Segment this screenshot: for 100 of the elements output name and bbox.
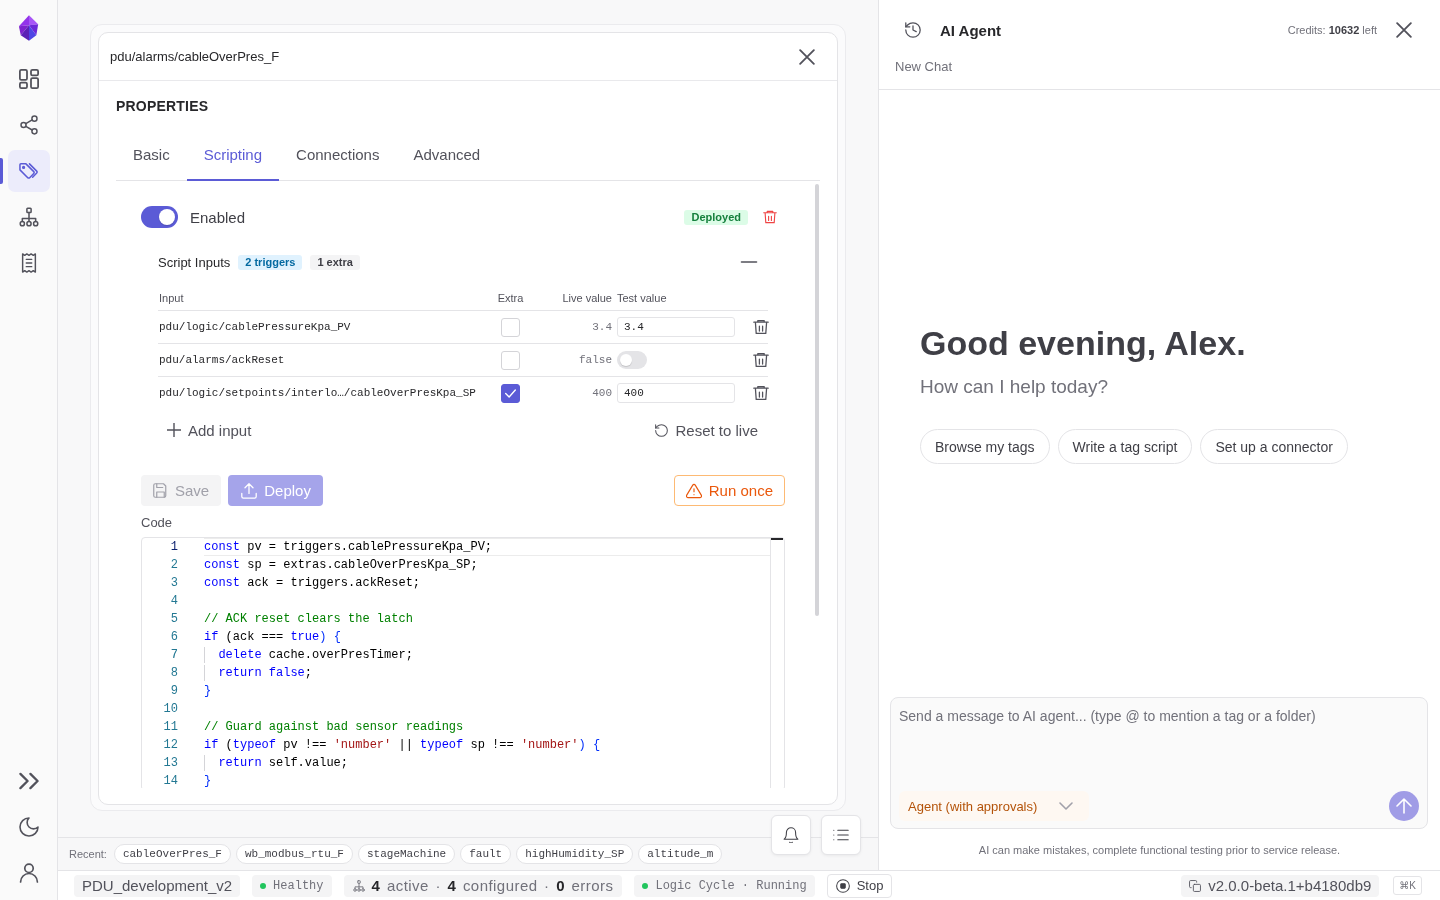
code-line: if (typeof pv !== 'number' || typeof sp !== 'number') { <box>204 737 602 754</box>
message-field[interactable]: Send a message to AI agent... (type @ to mention a tag or a folder) <box>899 706 1419 791</box>
status-dot-icon <box>642 882 649 889</box>
count-badge: 2 triggers <box>238 254 303 270</box>
message-composer[interactable]: Send a message to AI agent... (type @ to mention a tag or a folder) Agent (with approvals) <box>890 697 1428 829</box>
test-value-field[interactable]: 3.4 <box>617 317 735 337</box>
section-title: PROPERTIES <box>116 97 210 115</box>
add-input-button[interactable]: Add input <box>158 416 262 444</box>
warning-icon <box>685 482 702 499</box>
live-value: 3.4 <box>592 321 612 333</box>
recent-tag-button[interactable]: highHumidity_SP <box>516 844 634 864</box>
arrow-up-icon <box>1396 798 1412 814</box>
run-once-button[interactable]: Run once <box>673 475 785 506</box>
code-line: // Guard against bad sensor readings <box>204 719 465 736</box>
user-icon <box>18 863 39 883</box>
code-label: Code <box>141 516 174 530</box>
code-line: } <box>204 683 213 700</box>
stop-circle-icon <box>835 878 850 893</box>
notifications-button[interactable] <box>771 815 811 855</box>
enabled-label: Enabled <box>190 208 246 226</box>
gem-logo <box>17 14 40 42</box>
delete-script-button[interactable] <box>763 210 777 224</box>
tag-path: pdu/alarms/cableOverPres_F <box>110 49 281 64</box>
mode-dropdown[interactable]: Agent (with approvals) <box>899 791 1090 821</box>
recent-tag-button[interactable]: stageMachine <box>358 844 456 864</box>
line-number: 7 <box>169 647 178 664</box>
close-button[interactable] <box>799 48 815 65</box>
test-value-field[interactable]: 400 <box>617 383 735 403</box>
test-value-toggle[interactable] <box>617 351 647 369</box>
greeting-heading: Good evening, Alex. <box>920 323 1246 363</box>
recent-tag-button[interactable]: altitude_m <box>638 844 723 864</box>
hierarchy-icon <box>18 207 39 227</box>
suggestion-button[interactable]: Browse my tags <box>920 429 1050 464</box>
close-button[interactable] <box>1396 22 1412 38</box>
close-icon <box>1396 22 1412 38</box>
extra-checkbox[interactable] <box>500 383 520 403</box>
close-icon <box>799 48 815 65</box>
hierarchy-icon <box>352 879 365 892</box>
suggestion-button[interactable]: Write a tag script <box>1057 429 1193 464</box>
logic-cycle-label: Logic Cycle · Running <box>655 878 807 893</box>
input-tag-path: pdu/alarms/ackReset <box>158 354 286 366</box>
moon-icon <box>18 817 39 837</box>
line-number: 2 <box>169 557 178 574</box>
bell-icon <box>783 827 799 843</box>
copy-icon <box>1189 879 1202 892</box>
list-button[interactable] <box>821 815 861 855</box>
line-number: 8 <box>169 665 178 682</box>
plus-icon <box>167 423 181 437</box>
column-header: Live value <box>561 292 612 304</box>
tab[interactable]: Basic <box>116 128 187 181</box>
code-line: return false; <box>204 664 770 682</box>
chevron-down-icon <box>1059 799 1074 813</box>
code-editor[interactable] <box>141 537 785 788</box>
code-line: const sp = extras.cableOverPresKpa_SP; <box>204 557 479 574</box>
panel-title: AI Agent <box>940 21 1002 39</box>
line-number: 10 <box>162 701 178 718</box>
remove-input-button[interactable] <box>753 319 769 335</box>
reset-to-live-button[interactable]: Reset to live <box>646 416 768 444</box>
tab[interactable]: Scripting <box>186 128 280 181</box>
status-badge: Deployed <box>684 209 748 225</box>
greeting-subtitle: How can I help today? <box>920 376 1108 398</box>
stop-button[interactable]: Stop <box>826 873 893 898</box>
suggestion-button[interactable]: Set up a connector <box>1200 429 1348 464</box>
code-line: const pv = triggers.cablePressureKpa_PV; <box>204 538 770 556</box>
recent-tag-button[interactable]: wb_modbus_rtu_F <box>235 844 353 864</box>
tab[interactable]: Connections <box>279 128 397 181</box>
code-line: } <box>204 773 213 788</box>
floppy-disk-icon <box>153 483 168 498</box>
code-line: if (ack === true) { <box>204 629 342 646</box>
live-value: 400 <box>592 387 612 399</box>
tab[interactable]: Advanced <box>396 128 498 181</box>
double-chevron-right-icon <box>18 771 39 791</box>
history-icon <box>905 22 921 38</box>
history-button[interactable] <box>905 22 921 38</box>
scrollbar[interactable] <box>815 184 819 616</box>
shortcut-key: ⌘K <box>1393 876 1422 895</box>
disclaimer-text: AI can make mistakes, complete functional testing prior to service release. <box>978 843 1341 856</box>
version-button[interactable]: v2.0.0-beta.1+b4180db9 <box>1181 874 1380 897</box>
recent-tag-button[interactable]: cableOverPres_F <box>113 844 231 864</box>
remove-input-button[interactable] <box>753 385 769 401</box>
input-tag-path: pdu/logic/setpoints/interlo…/cableOverPresKpa_SP <box>158 387 477 399</box>
recent-tag-button[interactable]: fault <box>460 844 512 864</box>
script-inputs-title: Script Inputs <box>158 254 231 270</box>
sidebar-nav-button[interactable] <box>7 150 50 192</box>
credits-text: Credits: 10632 left <box>1287 24 1377 36</box>
column-header: Extra <box>496 292 525 304</box>
line-number: 11 <box>162 719 178 736</box>
trash-icon <box>763 210 777 224</box>
code-line: delete cache.overPresTimer; <box>204 646 770 664</box>
trash-icon <box>753 319 769 335</box>
line-number: 9 <box>169 683 178 700</box>
grid-icon <box>18 69 39 89</box>
remove-input-button[interactable] <box>753 352 769 368</box>
recent-label: Recent: <box>69 848 107 860</box>
trash-icon <box>753 385 769 401</box>
live-value: false <box>579 354 612 366</box>
line-number: 6 <box>169 629 178 646</box>
count-badge: 1 extra <box>310 254 360 270</box>
column-header: Input <box>158 292 185 304</box>
enabled-toggle[interactable] <box>141 206 178 228</box>
